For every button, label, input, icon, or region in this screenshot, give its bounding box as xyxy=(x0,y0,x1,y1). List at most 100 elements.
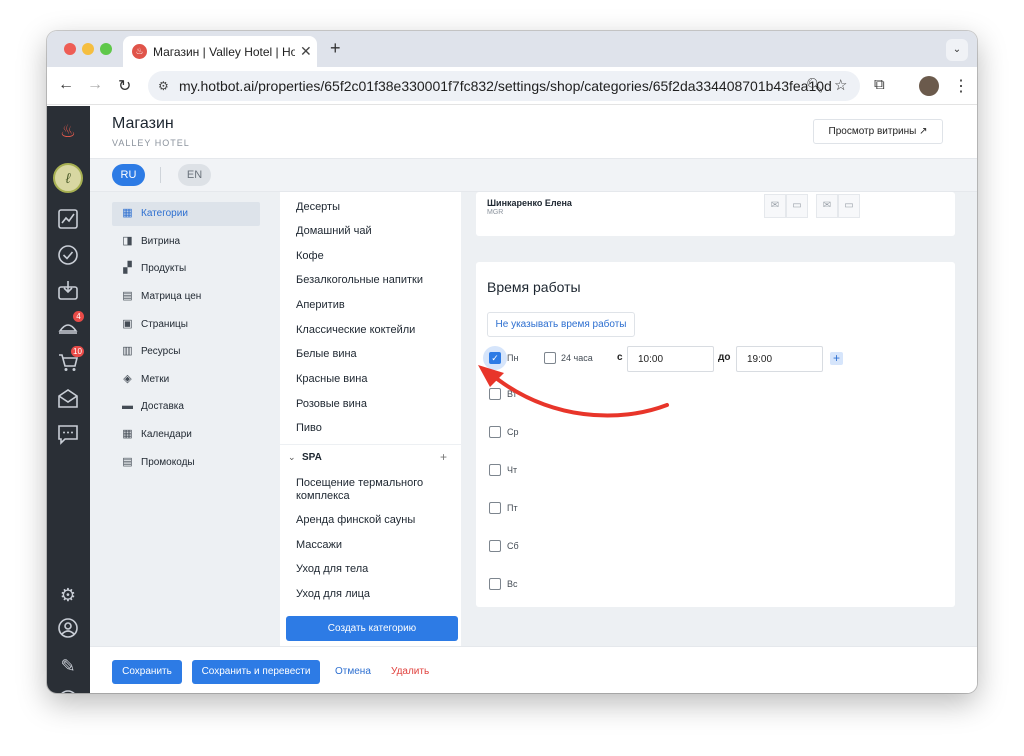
sidenav-label: Продукты xyxy=(141,263,187,274)
category-item[interactable]: Посещение термального комплекса xyxy=(296,477,446,503)
sidenav-item-labels[interactable]: ◈ Метки xyxy=(112,368,260,392)
day-label: Сб xyxy=(507,541,519,551)
day-row-friday: Пт xyxy=(487,496,947,520)
save-and-translate-button[interactable]: Сохранить и перевести xyxy=(192,660,320,684)
sidenav-label: Страницы xyxy=(141,319,188,330)
email-notify-icon[interactable]: ✉ xyxy=(764,194,786,218)
url-text[interactable]: my.hotbot.ai/properties/65f2c01f38e33000… xyxy=(179,78,832,94)
hotel-name: VALLEY HOTEL xyxy=(112,138,190,148)
day-row-saturday: Сб xyxy=(487,534,947,558)
mail-open-icon[interactable] xyxy=(55,387,81,413)
tasks-check-icon[interactable] xyxy=(55,244,81,270)
tab-close-icon[interactable]: ✕ xyxy=(300,43,312,60)
no-hours-button[interactable]: Не указывать время работы xyxy=(487,312,635,337)
day-checkbox-wednesday[interactable] xyxy=(489,426,501,438)
day-checkbox-sunday[interactable] xyxy=(489,578,501,590)
day-checkbox-friday[interactable] xyxy=(489,502,501,514)
forward-arrow-icon[interactable]: → xyxy=(87,76,103,94)
extensions-puzzle-icon[interactable]: ⧉ xyxy=(874,76,885,93)
sidenav-label: Доставка xyxy=(141,401,184,412)
minimize-window-button[interactable] xyxy=(82,43,94,55)
inbox-download-icon[interactable] xyxy=(55,279,81,305)
category-group-title[interactable]: SPA xyxy=(302,452,322,463)
add-category-plus-icon[interactable]: + xyxy=(440,450,447,464)
lang-ru-tab[interactable]: RU xyxy=(112,164,145,186)
time-to-input[interactable] xyxy=(736,346,823,372)
day-label: Вт xyxy=(507,389,517,399)
category-item[interactable]: Белые вина xyxy=(296,348,446,361)
new-tab-icon[interactable]: + xyxy=(330,38,341,59)
day-checkbox-monday[interactable]: ✓ xyxy=(489,352,501,364)
close-window-button[interactable] xyxy=(64,43,76,55)
category-item[interactable]: Классические коктейли xyxy=(296,324,446,337)
day-checkbox-thursday[interactable] xyxy=(489,464,501,476)
address-bar[interactable]: ⚙ my.hotbot.ai/properties/65f2c01f38e330… xyxy=(148,71,860,101)
category-divider xyxy=(280,444,461,445)
reload-icon[interactable]: ↻ xyxy=(118,76,131,96)
cancel-link[interactable]: Отмена xyxy=(335,666,371,677)
pencil-edit-icon[interactable]: ✎ xyxy=(55,653,81,679)
category-item[interactable]: Красные вина xyxy=(296,373,446,386)
user-profile-icon[interactable] xyxy=(55,617,81,643)
sidenav-label: Метки xyxy=(141,374,170,385)
category-item[interactable]: Уход для тела xyxy=(296,563,446,576)
analytics-chart-icon[interactable] xyxy=(55,208,81,234)
day-label: Ср xyxy=(507,427,519,437)
category-item[interactable]: Десерты xyxy=(296,201,446,214)
category-item[interactable]: Уход для лица xyxy=(296,588,446,601)
day-checkbox-tuesday[interactable] xyxy=(489,388,501,400)
create-category-button[interactable]: Создать категорию xyxy=(286,616,458,641)
hotbot-logo-icon[interactable]: ♨ xyxy=(55,118,81,144)
sidenav-item-price-matrix[interactable]: ▤ Матрица цен xyxy=(112,285,260,309)
property-avatar[interactable]: ℓ xyxy=(53,163,83,193)
browser-menu-icon[interactable]: ⋮ xyxy=(953,76,969,96)
working-hours-title: Время работы xyxy=(487,279,581,295)
tab-search-chevron-icon[interactable]: ⌄ xyxy=(946,39,968,61)
page-header: Магазин VALLEY HOTEL Просмотр витрины ↗ xyxy=(90,106,977,159)
sidenav-item-delivery[interactable]: ▬ Доставка xyxy=(112,395,260,419)
category-item[interactable]: Аперитив xyxy=(296,299,446,312)
site-settings-icon[interactable]: ⚙ xyxy=(158,79,169,93)
delete-link[interactable]: Удалить xyxy=(391,666,429,677)
chat-notify-icon[interactable]: ▭ xyxy=(838,194,860,218)
chevron-down-icon[interactable]: ⌄ xyxy=(288,452,296,463)
calendar-icon: ▦ xyxy=(122,428,133,440)
profile-avatar[interactable] xyxy=(919,76,939,96)
browser-tab[interactable]: ♨ Магазин | Valley Hotel | Hotbot ✕ xyxy=(123,36,317,67)
bookmark-star-icon[interactable]: ☆ xyxy=(834,76,847,94)
add-interval-plus-icon[interactable]: + xyxy=(830,352,843,365)
category-item[interactable]: Кофе xyxy=(296,250,446,263)
sidenav-item-promocodes[interactable]: ▤ Промокоды xyxy=(112,451,260,475)
lang-en-tab[interactable]: EN xyxy=(178,164,211,186)
category-item[interactable]: Пиво xyxy=(296,422,446,435)
settings-gear-icon[interactable]: ⚙ xyxy=(55,582,81,608)
sidenav-item-resources[interactable]: ▥ Ресурсы xyxy=(112,340,260,364)
sidenav-item-calendars[interactable]: ▦ Календари xyxy=(112,423,260,447)
back-arrow-icon[interactable]: ← xyxy=(58,76,74,94)
category-item[interactable]: Массажи xyxy=(296,539,446,552)
sidenav-item-products[interactable]: ▞ Продукты xyxy=(112,257,260,281)
category-item[interactable]: Безалкогольные напитки xyxy=(296,274,446,287)
view-shop-button[interactable]: Просмотр витрины ↗ xyxy=(813,119,943,144)
chat-notify-icon[interactable]: ▭ xyxy=(786,194,808,218)
day-row-thursday: Чт xyxy=(487,458,947,482)
day-checkbox-saturday[interactable] xyxy=(489,540,501,552)
save-button[interactable]: Сохранить xyxy=(112,660,182,684)
time-from-input[interactable] xyxy=(627,346,714,372)
all-day-checkbox[interactable] xyxy=(544,352,556,364)
all-day-label: 24 часа xyxy=(561,353,593,363)
sidenav-item-pages[interactable]: ▣ Страницы xyxy=(112,313,260,337)
chat-bubble-icon[interactable] xyxy=(55,423,81,449)
day-row-wednesday: Ср xyxy=(487,420,947,444)
sidenav-item-showcase[interactable]: ◨ Витрина xyxy=(112,230,260,254)
sidenav-item-categories[interactable]: ▦ Категории xyxy=(112,202,260,226)
maximize-window-button[interactable] xyxy=(100,43,112,55)
email-notify-icon[interactable]: ✉ xyxy=(816,194,838,218)
category-item[interactable]: Розовые вина xyxy=(296,398,446,411)
help-question-icon[interactable]: ? xyxy=(55,689,81,693)
category-item[interactable]: Домашний чай xyxy=(296,225,446,238)
category-item[interactable]: Аренда финской сауны xyxy=(296,514,446,527)
hotbot-favicon-icon: ♨ xyxy=(132,44,147,59)
zoom-icon[interactable]: 🔍︎ xyxy=(806,77,824,94)
sidenav-label: Витрина xyxy=(141,236,181,247)
